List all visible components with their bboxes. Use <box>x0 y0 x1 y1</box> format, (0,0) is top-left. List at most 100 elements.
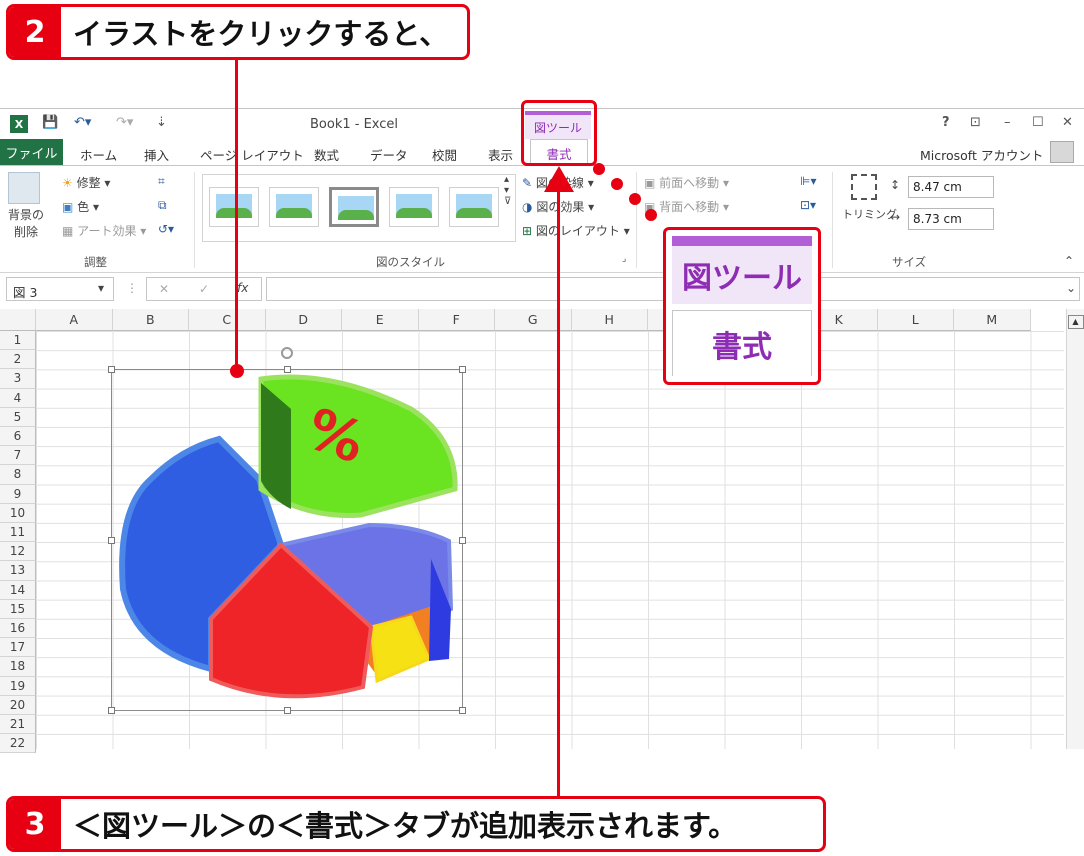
dialog-launcher-icon[interactable]: ⌟ <box>622 254 626 264</box>
formula-bar-handle-icon: ⋮ <box>126 281 138 295</box>
close-icon[interactable]: ✕ <box>1062 115 1073 130</box>
bring-forward-button[interactable]: ▣ 前面へ移動 ▾ <box>644 174 729 191</box>
step-number: 2 <box>9 7 61 57</box>
row-header[interactable]: 10 <box>0 503 36 523</box>
tab-formulas[interactable]: 数式 <box>314 145 339 164</box>
width-icon: ↔ <box>890 210 901 224</box>
row-header[interactable]: 3 <box>0 369 36 389</box>
ribbon-display-options-icon[interactable]: ⊡ <box>970 115 981 130</box>
column-header[interactable]: G <box>495 309 572 331</box>
customize-qat-icon[interactable]: ⇣ <box>156 115 167 130</box>
resize-handle[interactable] <box>284 366 291 373</box>
redo-icon[interactable]: ↷▾ <box>116 115 133 130</box>
row-header[interactable]: 22 <box>0 734 36 754</box>
row-header[interactable]: 15 <box>0 599 36 619</box>
style-thumbnail[interactable] <box>209 187 259 227</box>
row-header[interactable]: 16 <box>0 619 36 639</box>
resize-handle[interactable] <box>108 707 115 714</box>
column-header[interactable]: A <box>36 309 113 331</box>
crop-button[interactable]: トリミング <box>842 174 897 244</box>
row-header[interactable]: 9 <box>0 484 36 504</box>
row-header[interactable]: 7 <box>0 446 36 466</box>
formula-buttons: ✕ ✓ fx <box>146 277 262 301</box>
row-header[interactable]: 18 <box>0 657 36 677</box>
tab-insert[interactable]: 挿入 <box>144 145 169 164</box>
connector-dot <box>629 193 641 205</box>
undo-icon[interactable]: ↶▾ <box>74 115 91 130</box>
minimize-icon[interactable]: – <box>1004 115 1011 130</box>
step-3-callout: 3 ＜図ツール＞の＜書式＞タブが追加表示されます。 <box>6 796 826 852</box>
enter-icon[interactable]: ✓ <box>199 282 209 296</box>
column-header[interactable]: E <box>342 309 419 331</box>
vertical-scrollbar[interactable]: ▲ <box>1066 309 1084 749</box>
worksheet-grid[interactable]: ABCDEFGHIJKLM 12345678910111213141516171… <box>0 309 1064 754</box>
resize-handle[interactable] <box>459 537 466 544</box>
row-header[interactable]: 20 <box>0 695 36 715</box>
change-picture-icon[interactable]: ⧉ <box>158 198 167 213</box>
row-header[interactable]: 8 <box>0 465 36 485</box>
gallery-scroll-icon[interactable]: ▴ ▾ ⊽ <box>504 174 511 207</box>
resize-handle[interactable] <box>108 366 115 373</box>
maximize-icon[interactable]: ☐ <box>1032 115 1044 130</box>
cancel-icon[interactable]: ✕ <box>159 282 169 296</box>
row-header[interactable]: 6 <box>0 427 36 447</box>
row-header[interactable]: 21 <box>0 715 36 735</box>
resize-handle[interactable] <box>459 707 466 714</box>
artistic-effects-button[interactable]: ▦ アート効果 ▾ <box>62 222 146 239</box>
compress-pictures-icon[interactable]: ⌗ <box>158 174 165 189</box>
column-header[interactable]: F <box>418 309 495 331</box>
row-header[interactable]: 2 <box>0 350 36 370</box>
tab-page-layout[interactable]: ページ レイアウト <box>200 145 304 164</box>
window-title: Book1 - Excel <box>310 117 399 132</box>
picture-styles-gallery[interactable] <box>202 174 516 242</box>
height-field[interactable]: 8.47 cm <box>908 176 994 198</box>
avatar[interactable] <box>1050 141 1074 163</box>
tab-home[interactable]: ホーム <box>80 145 117 164</box>
row-header[interactable]: 5 <box>0 407 36 427</box>
resize-handle[interactable] <box>459 366 466 373</box>
tab-view[interactable]: 表示 <box>488 145 513 164</box>
row-header[interactable]: 14 <box>0 580 36 600</box>
help-button[interactable]: ? <box>942 115 950 130</box>
row-header[interactable]: 13 <box>0 561 36 581</box>
row-header[interactable]: 19 <box>0 676 36 696</box>
resize-handle[interactable] <box>108 537 115 544</box>
row-header[interactable]: 11 <box>0 523 36 543</box>
style-thumbnail[interactable] <box>269 187 319 227</box>
picture-layout-button[interactable]: ⊞ 図のレイアウト ▾ <box>522 222 630 239</box>
save-icon[interactable]: 💾 <box>42 115 58 130</box>
remove-background-button[interactable]: 背景の 削除 <box>8 172 44 242</box>
style-thumbnail[interactable] <box>449 187 499 227</box>
row-header[interactable]: 12 <box>0 542 36 562</box>
group-icon[interactable]: ⊡▾ <box>800 198 816 212</box>
column-header[interactable]: C <box>189 309 266 331</box>
selected-picture[interactable]: % <box>108 347 466 714</box>
select-all-corner[interactable] <box>0 309 36 331</box>
tab-file[interactable]: ファイル <box>0 139 63 165</box>
column-header[interactable]: M <box>954 309 1031 331</box>
tab-data[interactable]: データ <box>370 145 408 164</box>
collapse-ribbon-icon[interactable]: ⌃ <box>1064 254 1074 268</box>
column-header[interactable]: D <box>265 309 342 331</box>
scroll-up-icon[interactable]: ▲ <box>1067 315 1084 329</box>
align-icon[interactable]: ⊫▾ <box>800 174 816 188</box>
row-header[interactable]: 1 <box>0 331 36 351</box>
resize-handle[interactable] <box>284 707 291 714</box>
tab-review[interactable]: 校閲 <box>432 145 457 164</box>
row-header[interactable]: 4 <box>0 388 36 408</box>
column-header[interactable]: B <box>112 309 189 331</box>
column-header[interactable]: H <box>571 309 648 331</box>
width-field[interactable]: 8.73 cm <box>908 208 994 230</box>
rotate-handle-icon[interactable] <box>281 347 293 359</box>
account-name[interactable]: Microsoft アカウント <box>920 145 1043 164</box>
insert-function-button[interactable]: fx <box>237 281 248 295</box>
reset-picture-icon[interactable]: ↺▾ <box>158 222 174 236</box>
name-box-dropdown-icon[interactable]: ▾ <box>98 281 104 295</box>
column-header[interactable]: L <box>877 309 954 331</box>
style-thumbnail[interactable] <box>329 187 379 227</box>
row-header[interactable]: 17 <box>0 638 36 658</box>
style-thumbnail[interactable] <box>389 187 439 227</box>
expand-formula-bar-icon[interactable]: ⌄ <box>1066 281 1076 295</box>
color-button[interactable]: ▣ 色 ▾ <box>62 198 99 215</box>
corrections-button[interactable]: ☀ 修整 ▾ <box>62 174 110 191</box>
